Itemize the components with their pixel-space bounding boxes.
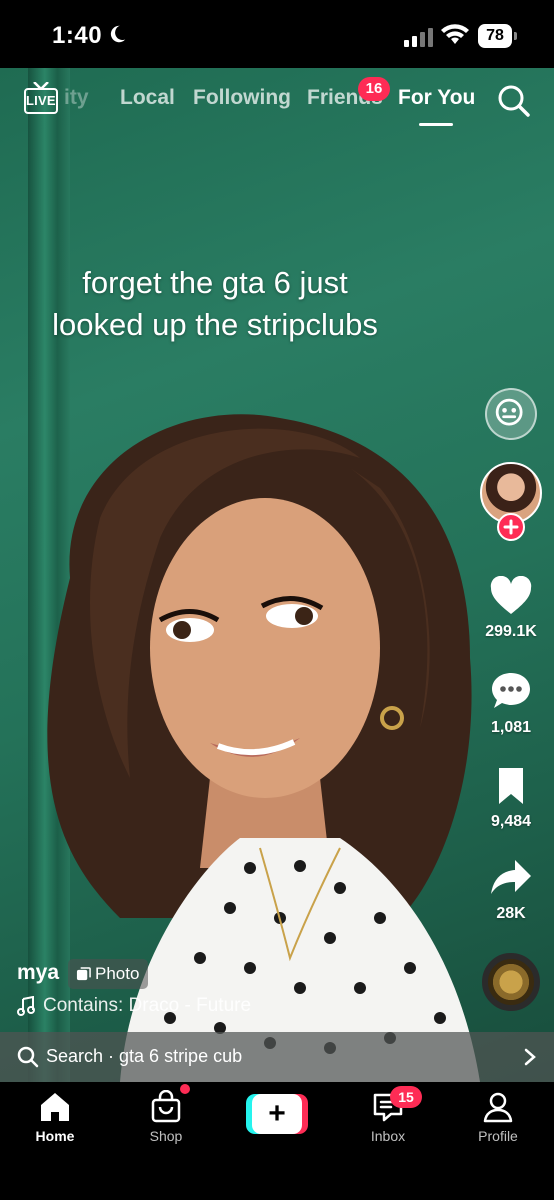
status-time: 1:40	[52, 22, 103, 49]
tab-partial[interactable]: ity	[64, 86, 89, 110]
search-icon	[17, 1046, 39, 1068]
tab-local[interactable]: Local	[120, 86, 175, 110]
caption-line: looked up the stripclubs	[52, 307, 378, 342]
home-icon	[41, 1093, 69, 1121]
save-button[interactable]: 9,484	[480, 766, 542, 831]
share-count: 28K	[496, 905, 526, 922]
create-button[interactable]: +	[246, 1094, 308, 1134]
tab-following[interactable]: Following	[193, 86, 291, 110]
status-bar: 1:40 78	[0, 0, 554, 68]
shopping-bag-icon	[151, 1090, 181, 1123]
tab-profile-label: Profile	[478, 1128, 518, 1144]
live-icon[interactable]: LIVE	[22, 82, 60, 118]
music-label: Contains: Draco - Future	[43, 995, 252, 1016]
music-info[interactable]: Contains: Draco - Future	[17, 995, 251, 1017]
battery-level: 78	[478, 24, 512, 48]
save-count: 9,484	[490, 813, 532, 830]
video-player[interactable]	[0, 68, 554, 1082]
tab-for-you[interactable]: For You	[398, 86, 475, 110]
share-icon	[491, 860, 531, 894]
tab-profile[interactable]: Profile	[458, 1090, 538, 1144]
music-note-icon	[17, 996, 35, 1016]
wifi-icon	[441, 24, 469, 44]
search-icon[interactable]	[497, 84, 531, 118]
creator-username[interactable]: mya	[17, 961, 59, 985]
tab-home[interactable]: Home	[15, 1090, 95, 1144]
caption-line: forget the gta 6 just	[82, 265, 348, 300]
top-navigation: LIVE ity Local Following Friends 16 For …	[0, 74, 554, 126]
face-icon	[495, 398, 523, 426]
friends-badge: 16	[358, 77, 390, 101]
home-indicator	[0, 1188, 554, 1200]
follow-button[interactable]	[497, 513, 525, 541]
active-tab-indicator	[419, 123, 453, 126]
photo-badge: Photo	[68, 959, 149, 989]
photo-badge-label: Photo	[95, 964, 140, 983]
bookmark-icon	[499, 768, 523, 804]
battery-tip	[514, 32, 517, 40]
create-plus-label: +	[252, 1094, 302, 1134]
comment-button[interactable]: 1,081	[480, 670, 542, 737]
comment-count: 1,081	[490, 719, 532, 736]
photo-icon	[76, 966, 91, 980]
like-count: 299.1K	[485, 623, 537, 640]
related-search-bar[interactable]: Search · gta 6 stripe cub	[0, 1032, 554, 1082]
shop-notification-dot	[180, 1084, 190, 1094]
tab-home-label: Home	[35, 1128, 75, 1144]
related-search-text: Search · gta 6 stripe cub	[46, 1046, 243, 1066]
battery-indicator: 78	[478, 24, 518, 48]
music-disc[interactable]	[482, 953, 540, 1011]
comment-icon	[492, 673, 530, 708]
tab-shop-label: Shop	[149, 1128, 183, 1144]
moon-icon	[110, 25, 126, 43]
plus-icon	[503, 519, 519, 535]
live-label: LIVE	[26, 93, 56, 108]
share-button[interactable]: 28K	[480, 858, 542, 923]
profile-icon	[483, 1092, 513, 1123]
signal-icon	[404, 28, 433, 47]
ai-assistant-button[interactable]	[485, 388, 537, 440]
video-caption: forget the gta 6 just looked up the stri…	[0, 262, 430, 346]
heart-icon	[490, 575, 532, 614]
tab-shop[interactable]: Shop	[126, 1090, 206, 1144]
chevron-right-icon	[524, 1048, 536, 1066]
like-button[interactable]: 299.1K	[480, 575, 542, 641]
inbox-badge: 15	[390, 1086, 422, 1108]
tab-inbox-label: Inbox	[370, 1128, 406, 1144]
